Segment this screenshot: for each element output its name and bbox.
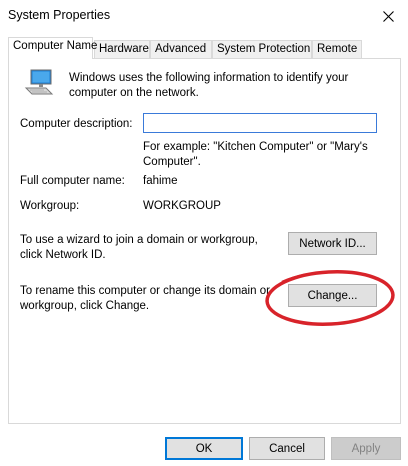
tab-system-protection[interactable]: System Protection (212, 40, 312, 58)
close-button[interactable] (368, 0, 408, 32)
apply-button: Apply (331, 437, 401, 460)
close-icon (382, 10, 394, 22)
ok-button[interactable]: OK (165, 437, 243, 460)
example-text: For example: "Kitchen Computer" or "Mary… (143, 141, 368, 168)
workgroup-value: WORKGROUP (143, 200, 221, 212)
full-computer-name-label: Full computer name: (20, 175, 125, 187)
rename-text: To rename this computer or change its do… (20, 285, 270, 312)
tab-computer-name[interactable]: Computer Name (8, 37, 97, 59)
tab-advanced[interactable]: Advanced (150, 40, 212, 58)
network-id-text: To use a wizard to join a domain or work… (20, 234, 258, 261)
workgroup-label: Workgroup: (20, 200, 80, 212)
computer-icon (24, 69, 54, 95)
tab-strip: Computer Name Hardware Advanced System P… (8, 37, 402, 59)
change-button[interactable]: Change... (288, 284, 377, 307)
cancel-button[interactable]: Cancel (249, 437, 325, 460)
computer-description-input[interactable] (143, 113, 377, 133)
network-id-button[interactable]: Network ID... (288, 232, 377, 255)
intro-text: Windows uses the following information t… (69, 72, 349, 99)
window-title: System Properties (8, 8, 111, 22)
title-bar: System Properties (0, 0, 408, 32)
tab-remote[interactable]: Remote (312, 40, 362, 58)
computer-description-label: Computer description: (20, 118, 133, 130)
full-computer-name-value: fahime (143, 175, 178, 187)
tab-hardware[interactable]: Hardware (94, 40, 150, 58)
